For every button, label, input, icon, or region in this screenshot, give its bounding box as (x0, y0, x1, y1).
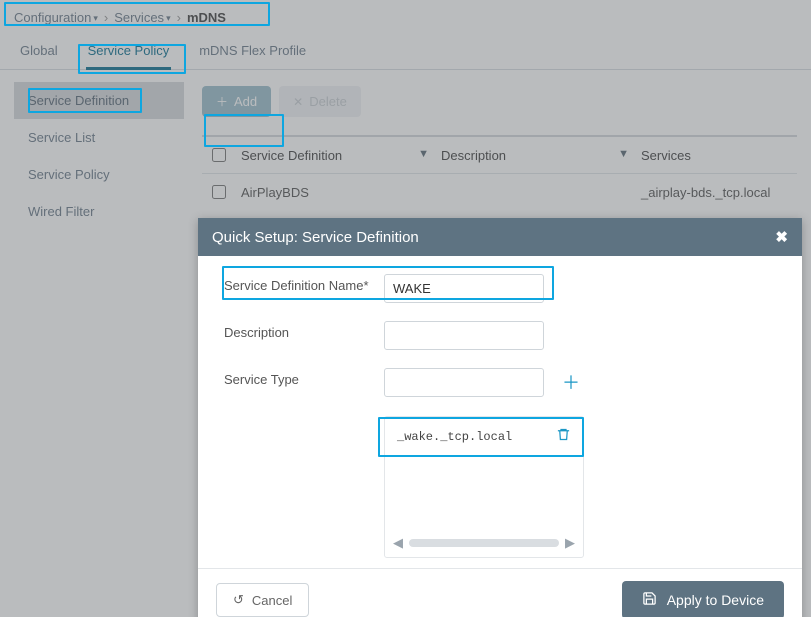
save-icon (642, 591, 657, 609)
scrollbar-track[interactable] (409, 539, 559, 547)
description-label: Description (224, 321, 384, 342)
trash-icon[interactable] (556, 427, 571, 446)
horizontal-scrollbar[interactable]: ◀ ▶ (387, 532, 581, 551)
modal-close-icon[interactable]: ✖ (775, 228, 788, 246)
name-input[interactable] (384, 274, 544, 303)
modal-body: Service Definition Name* Description Ser… (198, 256, 802, 568)
modal-header: Quick Setup: Service Definition ✖ (198, 218, 802, 256)
cancel-button[interactable]: ↺ Cancel (216, 583, 309, 617)
scroll-right-icon[interactable]: ▶ (565, 535, 575, 551)
modal-footer: ↺ Cancel Apply to Device (198, 568, 802, 617)
description-input[interactable] (384, 321, 544, 350)
list-item-label: _wake._tcp.local (397, 430, 512, 444)
cancel-label: Cancel (252, 593, 292, 608)
apply-label: Apply to Device (667, 592, 764, 608)
name-label: Service Definition Name* (224, 274, 384, 295)
scroll-left-icon[interactable]: ◀ (393, 535, 403, 551)
list-empty-space (387, 454, 581, 532)
service-type-label: Service Type (224, 368, 384, 389)
quick-setup-modal: Quick Setup: Service Definition ✖ Servic… (198, 218, 802, 617)
service-type-input[interactable] (384, 368, 544, 397)
apply-to-device-button[interactable]: Apply to Device (622, 581, 784, 617)
service-type-list: _wake._tcp.local ◀ ▶ (384, 416, 584, 558)
add-service-type-icon[interactable]: ＋ (562, 368, 580, 398)
form-row-service-type: Service Type ＋ (224, 368, 776, 398)
undo-icon: ↺ (233, 592, 244, 608)
list-item[interactable]: _wake._tcp.local (387, 419, 581, 454)
form-row-name: Service Definition Name* (224, 274, 776, 303)
form-row-description: Description (224, 321, 776, 350)
modal-title: Quick Setup: Service Definition (212, 229, 419, 246)
